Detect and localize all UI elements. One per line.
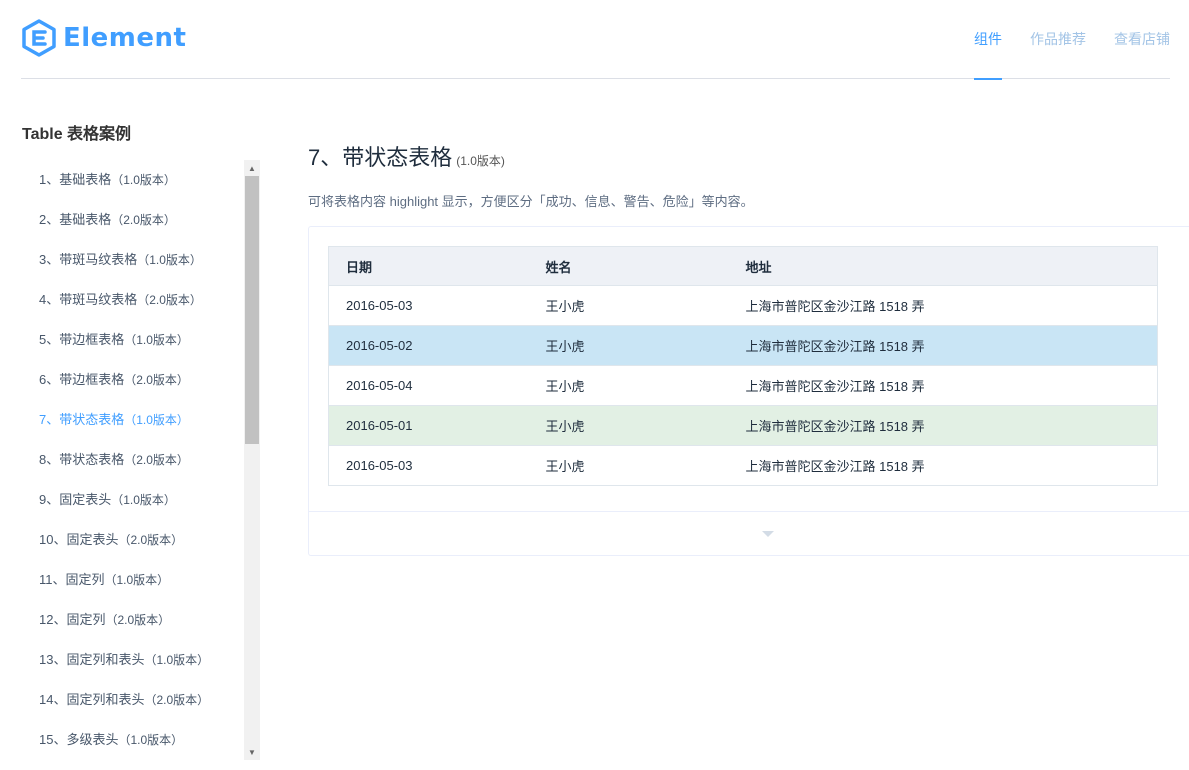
sidebar-item-version: （2.0版本） <box>124 453 189 467</box>
sidebar-item-label: 5、带边框表格 <box>39 332 125 347</box>
table-cell-date: 2016-05-02 <box>328 325 529 366</box>
nav-item-showcase[interactable]: 作品推荐 <box>1030 0 1086 79</box>
sidebar-item-label: 3、带斑马纹表格 <box>39 252 138 267</box>
table-cell-date: 2016-05-03 <box>328 285 529 326</box>
sidebar-item-version: （2.0版本） <box>111 213 176 227</box>
table-cell-date: 2016-05-03 <box>346 458 413 473</box>
column-header-address[interactable]: 地址 <box>728 246 1158 286</box>
sidebar-item[interactable]: 3、带斑马纹表格（1.0版本） <box>22 240 260 280</box>
status-table: 日期 姓名 地址 2016-05-03 王小虎 上海市普陀区金沙江路 1518 弄2… <box>328 246 1158 486</box>
sidebar-item-version: （1.0版本） <box>124 333 189 347</box>
sidebar-item[interactable]: 9、固定表头（1.0版本） <box>22 480 260 520</box>
logo-text: Element <box>63 23 187 53</box>
table-cell-date: 2016-05-04 <box>328 365 529 406</box>
table-cell-address: 上海市普陀区金沙江路 1518 弄 <box>728 325 1158 366</box>
table-cell-name: 王小虎 <box>545 459 585 474</box>
sidebar-item[interactable]: 15、多级表头（1.0版本） <box>22 720 260 760</box>
table-cell-address: 上海市普陀区金沙江路 1518 弄 <box>728 365 1158 406</box>
sidebar-item-version: （1.0版本） <box>144 653 210 667</box>
sidebar-item[interactable]: 5、带边框表格（1.0版本） <box>22 320 260 360</box>
sidebar-item-label: 6、带边框表格 <box>39 372 125 387</box>
sidebar-item-label: 8、带状态表格 <box>39 452 125 467</box>
sidebar-item-version: （2.0版本） <box>124 373 189 387</box>
sidebar-item-label: 15、多级表头 <box>39 732 119 747</box>
page-title-text: 7、带状态表格 <box>308 145 453 170</box>
sidebar-item-label: 7、带状态表格 <box>39 412 125 427</box>
table-row[interactable]: 2016-05-02 王小虎 上海市普陀区金沙江路 1518 弄 <box>328 325 1158 366</box>
sidebar-item-version: （2.0版本） <box>105 613 171 627</box>
sidebar-item[interactable]: 12、固定列（2.0版本） <box>22 600 260 640</box>
scroll-up-arrow-icon[interactable]: ▲ <box>244 160 260 176</box>
sidebar-item[interactable]: 4、带斑马纹表格（2.0版本） <box>22 280 260 320</box>
table-body: 2016-05-03 王小虎 上海市普陀区金沙江路 1518 弄 2016-05-02… <box>328 285 1158 486</box>
table-cell-name: 王小虎 <box>528 325 729 366</box>
column-header-date[interactable]: 日期 <box>328 246 529 286</box>
sidebar-item[interactable]: 11、固定列（1.0版本） <box>22 560 260 600</box>
table-cell-name: 王小虎 <box>528 285 729 326</box>
sidebar-item-version: （1.0版本） <box>111 493 176 507</box>
element-logo-icon <box>22 19 56 57</box>
sidebar-item-version: （1.0版本） <box>104 573 170 587</box>
sidebar-title: Table 表格案例 <box>22 126 132 143</box>
scroll-thumb[interactable] <box>245 176 259 444</box>
sidebar-item[interactable]: 13、固定列和表头（1.0版本） <box>22 640 260 680</box>
page-description: 可将表格内容 highlight 显示，方便区分「成功、信息、警告、危险」等内容… <box>308 194 754 209</box>
sidebar-item-label: 13、固定列和表头 <box>39 652 145 667</box>
table-cell-address: 上海市普陀区金沙江路 1518 弄 <box>745 459 925 474</box>
sidebar-item-label: 12、固定列 <box>39 612 106 627</box>
table-cell-address: 上海市普陀区金沙江路 1518 弄 <box>728 405 1158 446</box>
demo-expand-footer[interactable] <box>309 511 1189 555</box>
sidebar-item[interactable]: 1、基础表格（1.0版本） <box>22 160 260 200</box>
table-row[interactable]: 2016-05-03 王小虎 上海市普陀区金沙江路 1518 弄 <box>328 285 1158 326</box>
table-row[interactable]: 2016-05-03 王小虎 上海市普陀区金沙江路 1518 弄 <box>329 446 1158 486</box>
sidebar-item-version: （1.0版本） <box>124 413 189 427</box>
sidebar-item-label: 2、基础表格 <box>39 212 112 227</box>
sidebar-item-version: （2.0版本） <box>118 533 184 547</box>
caret-down-icon[interactable] <box>762 530 774 537</box>
page-title: 7、带状态表格 (1.0版本) <box>308 140 505 172</box>
column-header-name[interactable]: 姓名 <box>528 246 729 286</box>
page-title-version: (1.0版本) <box>456 154 505 168</box>
logo[interactable]: Element <box>21 18 186 58</box>
sidebar-nav: 1、基础表格（1.0版本） 2、基础表格（2.0版本） 3、带斑马纹表格（1.0版本… <box>22 160 260 760</box>
sidebar-item-version: （2.0版本） <box>144 693 210 707</box>
sidebar-item[interactable]: 6、带边框表格（2.0版本） <box>22 360 260 400</box>
sidebar-item-label: 11、固定列 <box>39 572 105 587</box>
sidebar-item[interactable]: 7、带状态表格（1.0版本） <box>22 400 260 440</box>
sidebar-item-version: （1.0版本） <box>118 733 184 747</box>
table-row[interactable]: 2016-05-01 王小虎 上海市普陀区金沙江路 1518 弄 <box>328 405 1158 446</box>
scroll-down-arrow-icon[interactable]: ▼ <box>244 744 260 760</box>
sidebar-item-label: 10、固定表头 <box>39 532 119 547</box>
sidebar-item[interactable]: 10、固定表头（2.0版本） <box>22 520 260 560</box>
demo-block: 日期 姓名 地址 2016-05-03 王小虎 上海市普陀区金沙江路 1518 弄2… <box>308 226 1189 556</box>
table-cell-date: 2016-05-01 <box>328 405 529 446</box>
top-nav: 组件 作品推荐 查看店铺 <box>946 0 1170 80</box>
table-cell-name: 王小虎 <box>528 405 729 446</box>
nav-item-shop[interactable]: 查看店铺 <box>1114 0 1170 79</box>
top-header: Element 组件 作品推荐 查看店铺 <box>21 0 1170 80</box>
sidebar-item-version: （2.0版本） <box>137 293 202 307</box>
table-cell-address: 上海市普陀区金沙江路 1518 弄 <box>728 285 1158 326</box>
sidebar-item-label: 4、带斑马纹表格 <box>39 292 138 307</box>
table-header-row: 日期 姓名 地址 <box>328 246 1158 286</box>
sidebar-item-label: 9、固定表头 <box>39 492 112 507</box>
sidebar-item[interactable]: 8、带状态表格（2.0版本） <box>22 440 260 480</box>
table-row[interactable]: 2016-05-04 王小虎 上海市普陀区金沙江路 1518 弄 <box>328 365 1158 406</box>
nav-item-components[interactable]: 组件 <box>974 0 1002 80</box>
sidebar-item-version: （1.0版本） <box>111 173 176 187</box>
sidebar-item[interactable]: 2、基础表格（2.0版本） <box>22 200 260 240</box>
sidebar-item[interactable]: 14、固定列和表头（2.0版本） <box>22 680 260 720</box>
sidebar-scrollbar[interactable]: ▲ ▼ <box>244 160 260 760</box>
sidebar-item-label: 14、固定列和表头 <box>39 692 145 707</box>
sidebar-item-label: 1、基础表格 <box>39 172 112 187</box>
sidebar-item-version: （1.0版本） <box>137 253 202 267</box>
sidebar-list: 1、基础表格（1.0版本） 2、基础表格（2.0版本） 3、带斑马纹表格（1.0版本… <box>22 160 260 760</box>
table-cell-name: 王小虎 <box>528 365 729 406</box>
